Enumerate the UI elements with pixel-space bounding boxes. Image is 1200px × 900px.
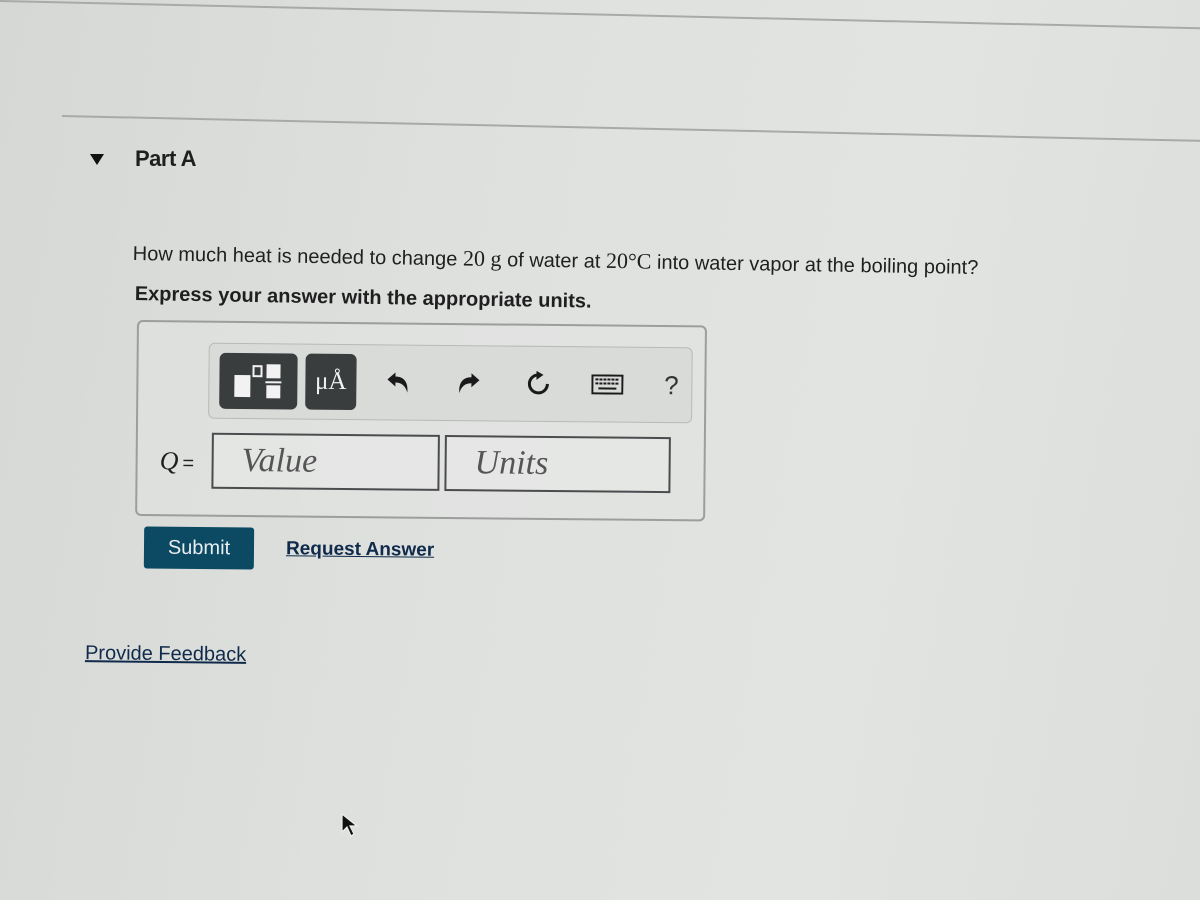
answer-variable: Q bbox=[159, 446, 179, 476]
top-divider bbox=[0, 0, 1200, 31]
keyboard-icon bbox=[591, 374, 624, 395]
redo-icon bbox=[459, 373, 480, 394]
value-placeholder: Value bbox=[241, 442, 318, 480]
units-icon: μÅ bbox=[314, 367, 347, 396]
mass-value: 20 bbox=[462, 245, 486, 271]
question-text-end: into water vapor at the boiling point? bbox=[651, 251, 979, 280]
part-header[interactable]: Part A bbox=[90, 146, 196, 172]
reset-icon bbox=[527, 370, 549, 395]
part-divider bbox=[61, 115, 1200, 143]
question-text-start: How much heat is needed to change bbox=[132, 242, 464, 271]
submit-button[interactable]: Submit bbox=[143, 526, 255, 570]
answer-panel: μÅ ? Q = Value Units bbox=[135, 320, 707, 522]
undo-button[interactable] bbox=[378, 362, 418, 402]
keyboard-button[interactable] bbox=[588, 364, 628, 404]
units-input[interactable]: Units bbox=[444, 434, 671, 494]
mass-unit: g bbox=[490, 245, 502, 272]
undo-icon bbox=[387, 372, 408, 393]
help-icon: ? bbox=[664, 369, 679, 400]
question-text-middle: of water at bbox=[501, 249, 607, 273]
question-text: How much heat is needed to change 20 g o… bbox=[133, 240, 979, 280]
reset-button[interactable] bbox=[518, 364, 558, 404]
units-placeholder: Units bbox=[474, 444, 549, 482]
math-toolbar: μÅ ? bbox=[208, 342, 693, 424]
redo-button[interactable] bbox=[448, 363, 488, 403]
templates-icon bbox=[234, 364, 282, 399]
temperature-value: 20°C bbox=[605, 247, 652, 274]
request-answer-link[interactable]: Request Answer bbox=[286, 538, 434, 562]
answer-label: Q = bbox=[160, 446, 195, 476]
mouse-pointer-icon bbox=[340, 812, 362, 843]
answer-instruction: Express your answer with the appropriate… bbox=[134, 283, 592, 313]
equals-sign: = bbox=[182, 452, 195, 475]
templates-button[interactable] bbox=[219, 352, 298, 410]
part-title: Part A bbox=[135, 146, 196, 171]
provide-feedback-link[interactable]: Provide Feedback bbox=[85, 642, 246, 667]
units-button[interactable]: μÅ bbox=[304, 353, 357, 411]
help-button[interactable]: ? bbox=[651, 365, 691, 405]
caret-down-icon[interactable] bbox=[90, 153, 104, 165]
value-input[interactable]: Value bbox=[211, 432, 440, 491]
